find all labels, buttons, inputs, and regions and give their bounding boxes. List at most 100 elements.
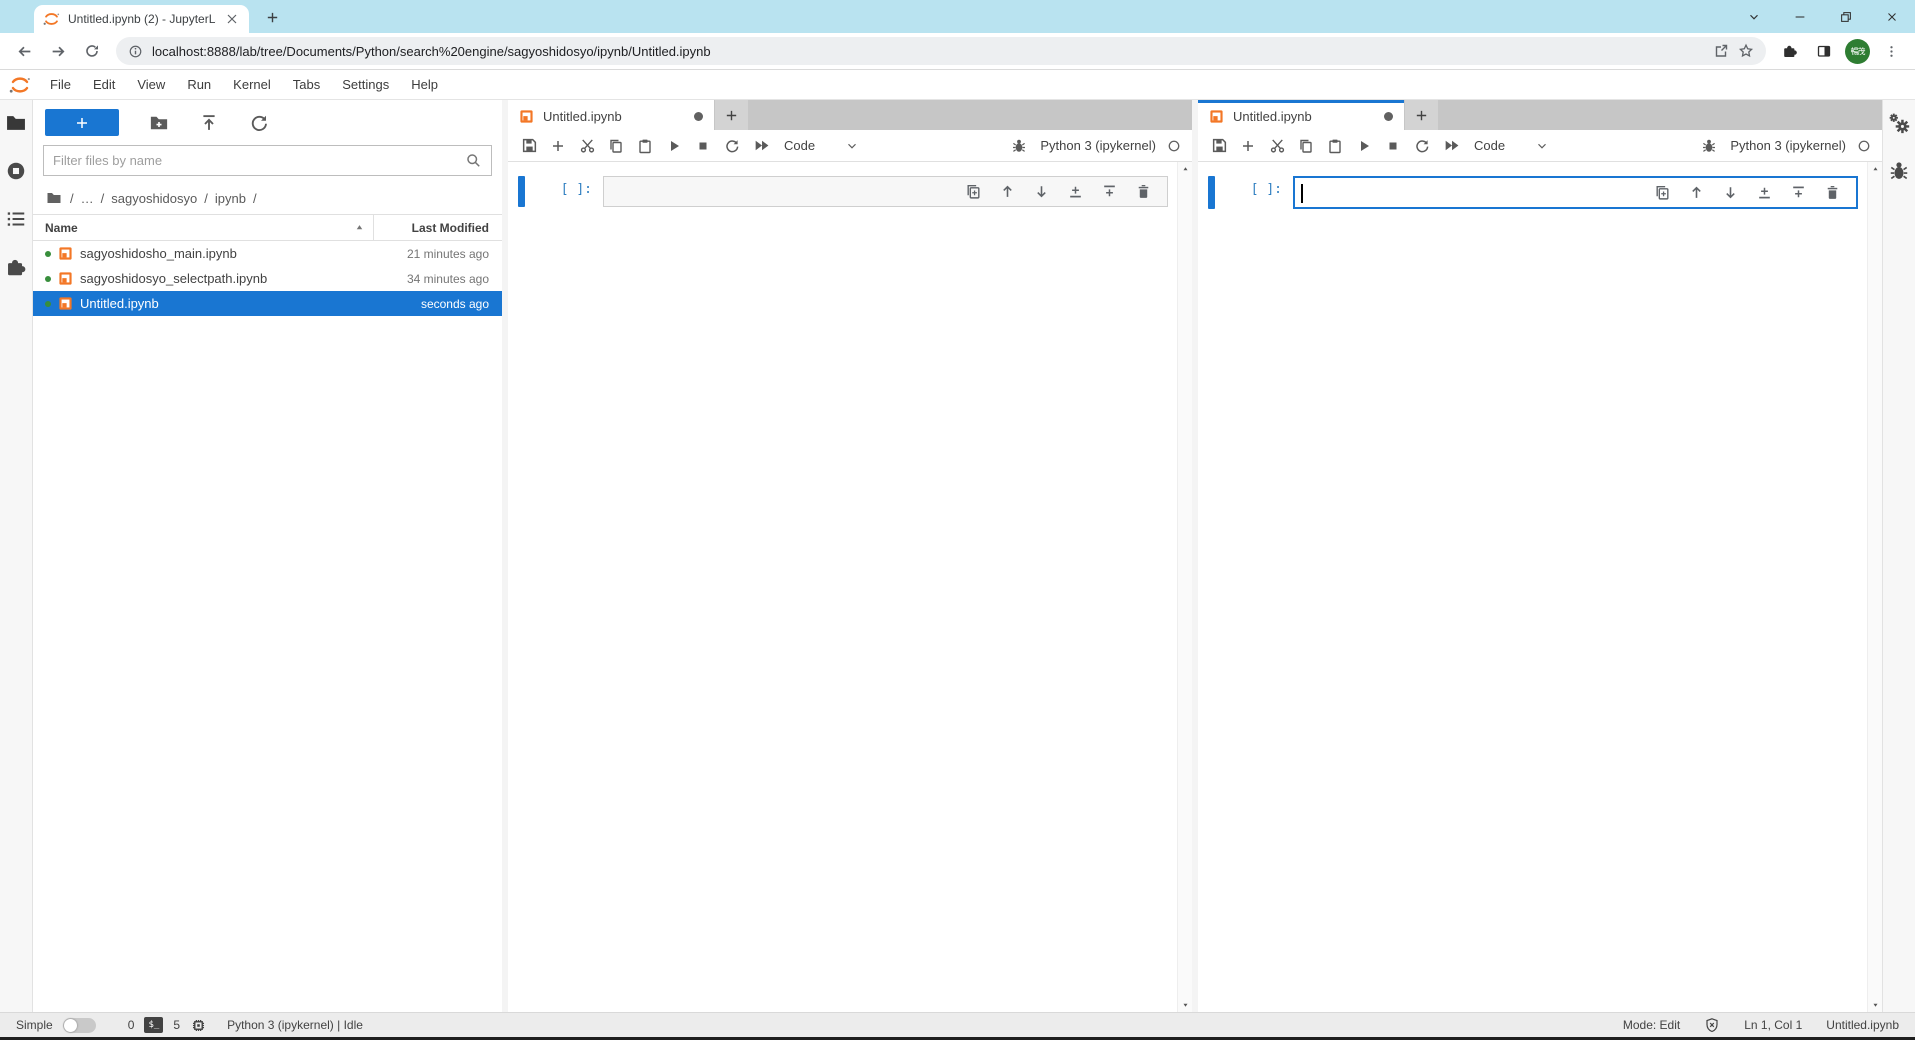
- restart-run-all-button[interactable]: [1437, 133, 1465, 159]
- modified-column-header[interactable]: Last Modified: [374, 221, 502, 235]
- insert-cell-below-icon[interactable]: [1101, 183, 1118, 200]
- interrupt-kernel-button[interactable]: [689, 133, 717, 159]
- window-restore-button[interactable]: [1823, 0, 1869, 33]
- menu-kernel[interactable]: Kernel: [222, 77, 282, 92]
- property-inspector-tab-icon[interactable]: [1888, 112, 1910, 134]
- restart-kernel-button[interactable]: [718, 133, 746, 159]
- menu-tabs[interactable]: Tabs: [282, 77, 331, 92]
- breadcrumb-folder[interactable]: ipynb: [215, 191, 246, 206]
- window-minimize-button[interactable]: [1777, 0, 1823, 33]
- menu-view[interactable]: View: [126, 77, 176, 92]
- insert-cell-above-icon[interactable]: [1067, 183, 1084, 200]
- breadcrumb-folder[interactable]: sagyoshidosyo: [111, 191, 197, 206]
- menu-run[interactable]: Run: [176, 77, 222, 92]
- notebook-tab-active[interactable]: Untitled.ipynb: [1198, 100, 1404, 130]
- name-column-header[interactable]: Name: [33, 215, 373, 240]
- url-text[interactable]: localhost:8888/lab/tree/Documents/Python…: [152, 44, 1704, 59]
- paste-cells-button[interactable]: [1321, 133, 1349, 159]
- file-row[interactable]: sagyoshidosho_main.ipynb 21 minutes ago: [33, 241, 502, 266]
- debugger-tab-icon[interactable]: [1888, 160, 1910, 182]
- profile-avatar[interactable]: 暢茂: [1845, 39, 1870, 64]
- side-panel-button[interactable]: [1808, 36, 1840, 66]
- notebook-tab[interactable]: Untitled.ipynb: [508, 100, 714, 130]
- run-cell-button[interactable]: [1350, 133, 1378, 159]
- move-cell-up-icon[interactable]: [1688, 184, 1705, 201]
- terminal-icon[interactable]: $_: [144, 1017, 163, 1033]
- kernel-name[interactable]: Python 3 (ipykernel): [1040, 138, 1156, 153]
- share-icon[interactable]: [1713, 43, 1729, 59]
- tab-close-icon[interactable]: [224, 11, 240, 27]
- file-row[interactable]: sagyoshidosyo_selectpath.ipynb 34 minute…: [33, 266, 502, 291]
- running-sessions-tab-icon[interactable]: [5, 160, 27, 182]
- kernel-name[interactable]: Python 3 (ipykernel): [1730, 138, 1846, 153]
- home-folder-icon[interactable]: [45, 190, 63, 206]
- cell-editor[interactable]: [603, 176, 1168, 207]
- restart-run-all-button[interactable]: [747, 133, 775, 159]
- kernel-status-text[interactable]: Python 3 (ipykernel) | Idle: [227, 1018, 363, 1032]
- cell-type-dropdown[interactable]: Code: [784, 138, 859, 153]
- address-bar[interactable]: localhost:8888/lab/tree/Documents/Python…: [116, 37, 1766, 65]
- insert-cell-button[interactable]: [544, 133, 572, 159]
- move-cell-down-icon[interactable]: [1033, 183, 1050, 200]
- new-folder-icon[interactable]: [149, 113, 169, 133]
- site-info-icon[interactable]: [128, 44, 143, 59]
- filter-files-input[interactable]: [53, 153, 465, 168]
- save-button[interactable]: [1205, 133, 1233, 159]
- breadcrumb-ellipsis[interactable]: …: [81, 191, 94, 206]
- menu-settings[interactable]: Settings: [331, 77, 400, 92]
- new-tab-button[interactable]: [258, 3, 286, 31]
- terminals-count[interactable]: 0: [128, 1018, 135, 1032]
- move-cell-up-icon[interactable]: [999, 183, 1016, 200]
- insert-cell-button[interactable]: [1234, 133, 1262, 159]
- upload-icon[interactable]: [199, 113, 219, 133]
- cell-type-dropdown[interactable]: Code: [1474, 138, 1549, 153]
- insert-cell-above-icon[interactable]: [1756, 184, 1773, 201]
- cell-collapser[interactable]: [518, 176, 525, 207]
- new-launcher-button[interactable]: [45, 109, 119, 136]
- cut-cells-button[interactable]: [1263, 133, 1291, 159]
- move-cell-down-icon[interactable]: [1722, 184, 1739, 201]
- menu-edit[interactable]: Edit: [82, 77, 126, 92]
- file-row-selected[interactable]: Untitled.ipynb seconds ago: [33, 291, 502, 316]
- restart-kernel-button[interactable]: [1408, 133, 1436, 159]
- simple-mode-toggle[interactable]: [63, 1018, 96, 1033]
- cell-collapser[interactable]: [1208, 176, 1215, 209]
- code-cell-editing[interactable]: [ ]:: [1208, 176, 1858, 209]
- cut-cells-button[interactable]: [573, 133, 601, 159]
- vertical-scrollbar[interactable]: [1177, 162, 1192, 1012]
- run-cell-button[interactable]: [660, 133, 688, 159]
- file-browser-tab-icon[interactable]: [5, 112, 27, 134]
- menu-help[interactable]: Help: [400, 77, 449, 92]
- menu-file[interactable]: File: [39, 77, 82, 92]
- kernel-status-icon[interactable]: [1857, 139, 1871, 153]
- scroll-up-icon[interactable]: [1181, 165, 1190, 173]
- debugger-button[interactable]: [1695, 133, 1723, 159]
- add-tab-button[interactable]: [715, 100, 748, 130]
- debugger-button[interactable]: [1005, 133, 1033, 159]
- paste-cells-button[interactable]: [631, 133, 659, 159]
- delete-cell-icon[interactable]: [1135, 183, 1152, 200]
- copy-cells-button[interactable]: [1292, 133, 1320, 159]
- insert-cell-below-icon[interactable]: [1790, 184, 1807, 201]
- back-button[interactable]: [8, 36, 40, 66]
- kernel-sessions-icon[interactable]: [190, 1017, 207, 1034]
- save-button[interactable]: [515, 133, 543, 159]
- kernel-status-icon[interactable]: [1167, 139, 1181, 153]
- vertical-scrollbar[interactable]: [1867, 162, 1882, 1012]
- copy-cells-button[interactable]: [602, 133, 630, 159]
- add-tab-button[interactable]: [1405, 100, 1438, 130]
- kernels-count[interactable]: 5: [173, 1018, 180, 1032]
- reload-button[interactable]: [76, 36, 108, 66]
- scroll-down-icon[interactable]: [1181, 1001, 1190, 1009]
- refresh-icon[interactable]: [249, 113, 269, 133]
- unsaved-changes-dot[interactable]: [1384, 112, 1393, 121]
- extensions-button[interactable]: [1774, 36, 1806, 66]
- cell-editor-focused[interactable]: [1293, 176, 1858, 209]
- delete-cell-icon[interactable]: [1824, 184, 1841, 201]
- notebook-trust-shield-icon[interactable]: [1704, 1017, 1720, 1033]
- forward-button[interactable]: [42, 36, 74, 66]
- extension-manager-tab-icon[interactable]: [5, 256, 27, 278]
- window-menu-chevron-button[interactable]: [1731, 0, 1777, 33]
- cursor-position[interactable]: Ln 1, Col 1: [1744, 1018, 1802, 1032]
- scroll-up-icon[interactable]: [1871, 165, 1880, 173]
